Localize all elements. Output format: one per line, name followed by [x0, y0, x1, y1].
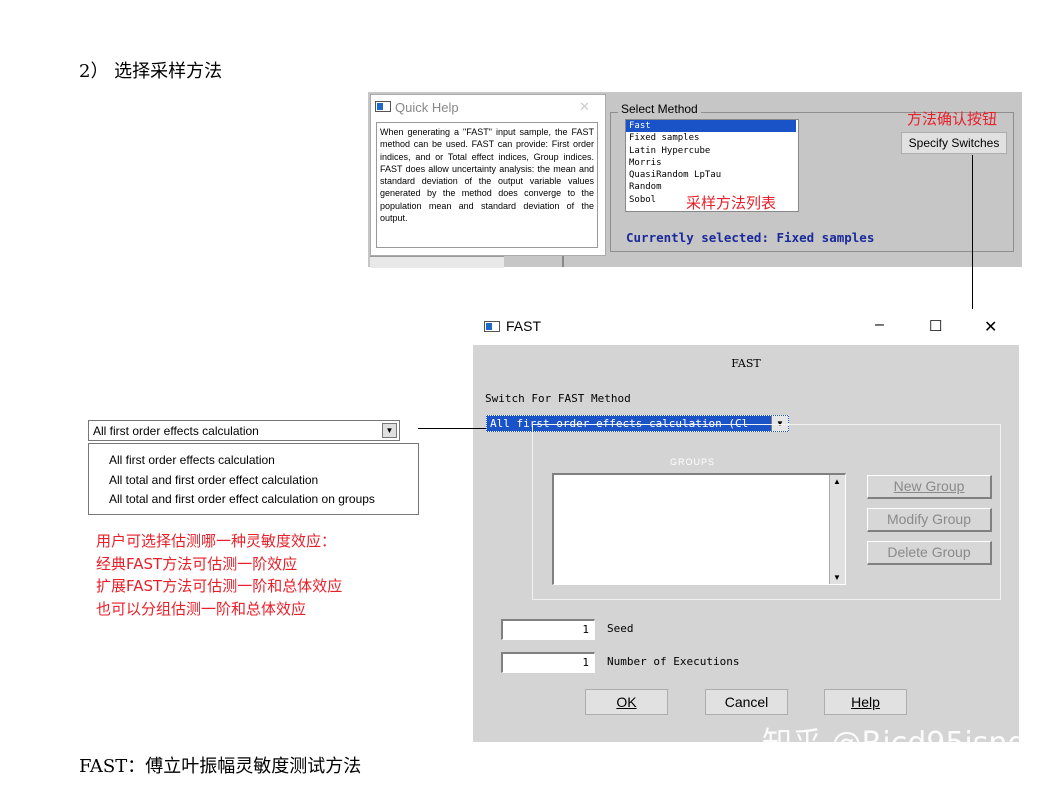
- modify-group-button[interactable]: Modify Group: [867, 508, 992, 532]
- callout-options: All first order effects calculation All t…: [88, 443, 419, 515]
- groups-list[interactable]: ▲ ▼: [552, 473, 846, 585]
- minimize-icon[interactable]: –: [875, 316, 884, 334]
- callout-option[interactable]: All total and first order effect calcula…: [109, 490, 418, 510]
- method-screenshot: Quick Help ✕ When generating a "FAST" in…: [368, 92, 1022, 268]
- fast-window: FAST – ☐ ✕ FAST Switch For FAST Method A…: [473, 309, 1019, 742]
- note-line: 用户可选择估测哪一种灵敏度效应：: [96, 532, 337, 550]
- scroll-up-icon[interactable]: ▲: [833, 477, 841, 486]
- close-icon[interactable]: ✕: [984, 317, 997, 337]
- doc-heading: 2） 选择采样方法: [79, 61, 223, 82]
- cancel-button[interactable]: Cancel: [705, 689, 788, 715]
- help-button[interactable]: Help: [824, 689, 907, 715]
- select-method-legend: Select Method: [618, 102, 701, 116]
- quick-help-body: When generating a "FAST" input sample, t…: [376, 122, 598, 248]
- divider: [562, 256, 564, 267]
- method-list-item[interactable]: Fixed samples: [626, 132, 798, 144]
- chevron-down-icon[interactable]: ▼: [382, 423, 397, 438]
- window-title: FAST: [506, 318, 542, 334]
- scrollbar[interactable]: ▲ ▼: [829, 475, 845, 584]
- method-list-annotation: 采样方法列表: [686, 194, 777, 212]
- watermark: 知乎 @Rjcd95isnd: [762, 726, 1027, 761]
- executions-input[interactable]: 1: [501, 652, 595, 673]
- method-list-item[interactable]: Fast: [626, 120, 796, 133]
- callout-combo[interactable]: All first order effects calculation ▼: [88, 420, 400, 441]
- button-annotation: 方法确认按钮: [907, 110, 998, 128]
- callout-option[interactable]: All first order effects calculation: [109, 451, 418, 471]
- note-line: 经典FAST方法可估测一阶效应: [96, 554, 298, 573]
- specify-switches-button[interactable]: Specify Switches: [901, 132, 1007, 154]
- new-group-button[interactable]: New Group: [867, 475, 992, 499]
- dialog-header: FAST: [731, 357, 761, 370]
- app-window-icon: [375, 101, 391, 112]
- groups-legend: GROUPS: [670, 457, 716, 467]
- executions-label: Number of Executions: [607, 655, 740, 668]
- callout-option[interactable]: All total and first order effect calcula…: [109, 471, 418, 491]
- method-list-item[interactable]: Latin Hypercube: [626, 145, 798, 157]
- quick-help-title: Quick Help: [395, 100, 459, 115]
- close-icon[interactable]: ✕: [579, 99, 590, 115]
- note-line: 扩展FAST方法可估测一阶和总体效应: [96, 577, 343, 595]
- delete-group-button[interactable]: Delete Group: [867, 541, 992, 565]
- callout-connector: [418, 428, 486, 429]
- app-window-icon: [484, 321, 500, 332]
- seed-input[interactable]: 1: [501, 619, 595, 640]
- connector-line: [972, 155, 973, 309]
- current-selection: Currently selected: Fixed samples: [626, 230, 875, 245]
- tab-strip: [370, 256, 504, 268]
- method-list-item[interactable]: QuasiRandom LpTau: [626, 169, 798, 181]
- seed-label: Seed: [607, 622, 634, 635]
- callout-combo-value: All first order effects calculation: [93, 424, 259, 438]
- maximize-icon[interactable]: ☐: [929, 317, 942, 335]
- switch-label: Switch For FAST Method: [485, 392, 631, 405]
- quick-help-panel: Quick Help ✕ When generating a "FAST" in…: [370, 94, 606, 256]
- method-list-item[interactable]: Morris: [626, 157, 798, 169]
- title-bar: FAST – ☐ ✕: [473, 309, 1019, 345]
- scroll-down-icon[interactable]: ▼: [833, 573, 841, 582]
- note-line: 也可以分组估测一阶和总体效应: [96, 599, 307, 618]
- ok-button[interactable]: OK: [585, 689, 668, 715]
- doc-caption: FAST：傅立叶振幅灵敏度测试方法: [79, 756, 362, 777]
- sensitivity-notes: 用户可选择估测哪一种灵敏度效应： 经典FAST方法可估测一阶效应 扩展FAST方…: [96, 530, 342, 620]
